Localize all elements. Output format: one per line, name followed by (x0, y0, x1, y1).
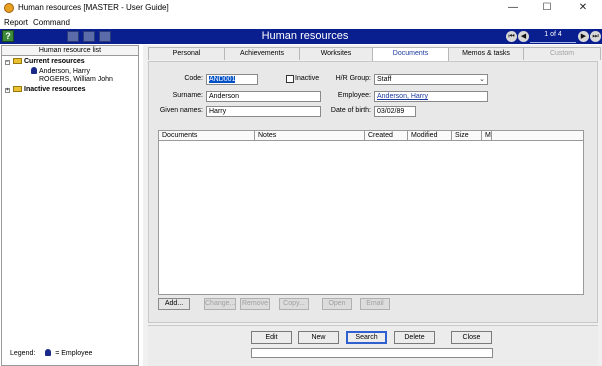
tab-memos-tasks[interactable]: Memos & tasks (448, 47, 524, 60)
first-record-icon[interactable]: ⏮ (506, 31, 517, 42)
surname-field[interactable]: Anderson (206, 91, 321, 102)
action-panel: Edit New Search Delete Close (148, 325, 598, 366)
col-modified[interactable]: Modified (408, 131, 452, 141)
next-record-icon[interactable]: ▶ (578, 31, 589, 42)
col-documents[interactable]: Documents (159, 131, 255, 141)
tab-worksites[interactable]: Worksites (299, 47, 373, 60)
legend: Legend: = Employee (10, 349, 93, 357)
dob-field[interactable]: 03/02/89 (374, 106, 416, 117)
employee-label: Employee: (337, 92, 371, 99)
menu-report[interactable]: Report (4, 18, 28, 27)
hr-group-select[interactable]: Staff ⌄ (374, 74, 488, 85)
app-icon (4, 3, 14, 13)
minimize-button[interactable]: — (496, 0, 530, 16)
inactive-checkbox[interactable] (286, 75, 294, 83)
list-view-icon[interactable] (67, 31, 79, 42)
module-title: Human resources (261, 30, 349, 42)
tree-item-anderson[interactable]: Anderson, Harry (31, 67, 90, 75)
chevron-down-icon: ⌄ (479, 76, 485, 83)
tree-group-current[interactable]: Current resources (13, 58, 85, 65)
last-record-icon[interactable]: ⏭ (590, 31, 601, 42)
given-names-field[interactable]: Harry (206, 106, 321, 117)
expand-inactive-icon[interactable]: + (5, 88, 10, 93)
document-view-icon[interactable] (99, 31, 111, 42)
resource-list-panel: Human resource list − Current resources … (1, 45, 139, 366)
tree-group-inactive[interactable]: Inactive resources (13, 86, 85, 93)
edit-button[interactable]: Edit (251, 331, 292, 344)
code-label: Code: (184, 75, 203, 82)
resource-list-header: Human resource list (2, 46, 138, 56)
open-document-button[interactable]: Open (322, 298, 352, 310)
tab-custom[interactable]: Custom (523, 47, 601, 60)
change-document-button[interactable]: Change... (204, 298, 236, 310)
module-toolbar: ? Human resources ⏮ ◀ 1 of 4 ▶ ⏭ (0, 29, 602, 44)
window-title: Human resources [MASTER - User Guide] (18, 3, 169, 12)
tree-item-rogers[interactable]: ROGERS, William John (39, 76, 113, 83)
record-pager: 1 of 4 (530, 30, 576, 43)
folder-icon (13, 58, 22, 64)
col-size[interactable]: Size (452, 131, 482, 141)
email-document-button[interactable]: Email (360, 298, 390, 310)
employee-link[interactable]: Anderson, Harry (374, 91, 488, 102)
dob-label: Date of birth: (330, 107, 371, 114)
window-titlebar: Human resources [MASTER - User Guide] — … (0, 0, 602, 16)
person-icon (45, 349, 52, 356)
search-button[interactable]: Search (346, 331, 387, 344)
maximize-button[interactable]: ☐ (530, 0, 564, 16)
menu-bar: Report Command (0, 17, 602, 28)
menu-command[interactable]: Command (33, 18, 70, 27)
status-bar (251, 348, 493, 358)
person-icon (31, 67, 37, 74)
close-button[interactable]: Close (451, 331, 492, 344)
close-window-button[interactable]: ✕ (566, 0, 600, 16)
col-created[interactable]: Created (365, 131, 408, 141)
add-document-button[interactable]: Add... (158, 298, 190, 310)
surname-label: Surname: (172, 92, 203, 99)
remove-document-button[interactable]: Remove (240, 298, 270, 310)
documents-table-header: Documents Notes Created Modified Size M (159, 131, 583, 141)
tab-achievements[interactable]: Achievements (224, 47, 300, 60)
documents-table[interactable]: Documents Notes Created Modified Size M (158, 130, 584, 295)
inactive-label: Inactive (295, 75, 320, 82)
copy-document-button[interactable]: Copy... (279, 298, 309, 310)
code-field[interactable]: AND001 (206, 74, 258, 85)
tab-bar: Personal Achievements Worksites Document… (148, 47, 601, 61)
prev-record-icon[interactable]: ◀ (518, 31, 529, 42)
new-button[interactable]: New (298, 331, 339, 344)
col-m[interactable]: M (482, 131, 492, 141)
tab-documents[interactable]: Documents (372, 47, 449, 61)
given-names-label: Given names: (159, 107, 203, 114)
hr-group-label: H/R Group: (335, 75, 371, 82)
col-notes[interactable]: Notes (255, 131, 365, 141)
collapse-current-icon[interactable]: − (5, 60, 10, 65)
main-content: Personal Achievements Worksites Document… (143, 45, 602, 366)
tab-personal[interactable]: Personal (148, 47, 225, 60)
help-button[interactable]: ? (2, 30, 14, 42)
documents-panel: Code: AND001 Inactive H/R Group: Staff ⌄… (148, 61, 598, 323)
edit-view-icon[interactable] (83, 31, 95, 42)
delete-button[interactable]: Delete (394, 331, 435, 344)
folder-icon (13, 86, 22, 92)
